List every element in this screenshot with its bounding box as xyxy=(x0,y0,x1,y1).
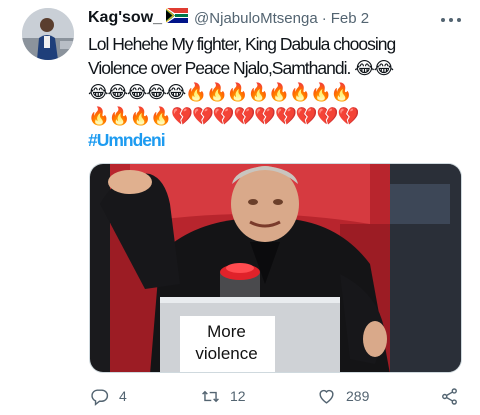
caption-line: More xyxy=(207,322,246,341)
hashtag-link[interactable]: #Umndeni xyxy=(88,128,468,152)
share-icon xyxy=(442,387,457,405)
share-button[interactable] xyxy=(440,383,459,409)
author-name[interactable]: Kag'sow_ xyxy=(88,9,162,27)
meme-caption: More violence xyxy=(179,321,274,375)
tweet-date[interactable]: Feb 2 xyxy=(331,10,369,27)
south-africa-flag-icon xyxy=(165,7,189,28)
meme-image xyxy=(90,164,461,372)
reply-button[interactable]: 4 xyxy=(90,383,127,409)
retweet-button[interactable]: 12 xyxy=(201,383,246,409)
tweet-header: Kag'sow_ @NjabuloMtsenga · Feb 2 xyxy=(88,7,470,29)
tweet-text-line: Violence over Peace Njalo,Samthandi. 😂😂 xyxy=(88,58,394,78)
heart-icon xyxy=(319,389,334,404)
avatar-photo xyxy=(22,8,74,60)
header-separator: · xyxy=(321,9,327,27)
emoji-line: 😂😂😂😂😂🔥🔥🔥🔥🔥🔥🔥🔥 xyxy=(88,82,353,102)
author-handle[interactable]: @NjabuloMtsenga xyxy=(194,10,318,27)
reply-count: 4 xyxy=(119,388,127,404)
tweet-text-line: Lol Hehehe My fighter, King Dabula choos… xyxy=(88,34,396,54)
like-button[interactable]: 289 xyxy=(317,383,369,409)
more-options-icon[interactable] xyxy=(438,9,464,29)
reply-icon xyxy=(91,388,109,406)
tweet-media-image[interactable] xyxy=(89,163,462,373)
caption-line: violence xyxy=(195,344,258,363)
like-count: 289 xyxy=(346,388,370,404)
tweet-actions: 4 12 289 xyxy=(90,383,470,409)
emoji-line: 🔥🔥🔥🔥💔💔💔💔💔💔💔💔💔 xyxy=(88,106,359,126)
retweet-count: 12 xyxy=(230,388,246,404)
tweet-card[interactable]: Kag'sow_ @NjabuloMtsenga · Feb 2 Lol Heh… xyxy=(0,0,480,415)
retweet-icon xyxy=(202,390,219,402)
tweet-text: Lol Hehehe My fighter, King Dabula choos… xyxy=(88,32,468,152)
avatar[interactable] xyxy=(22,8,74,60)
